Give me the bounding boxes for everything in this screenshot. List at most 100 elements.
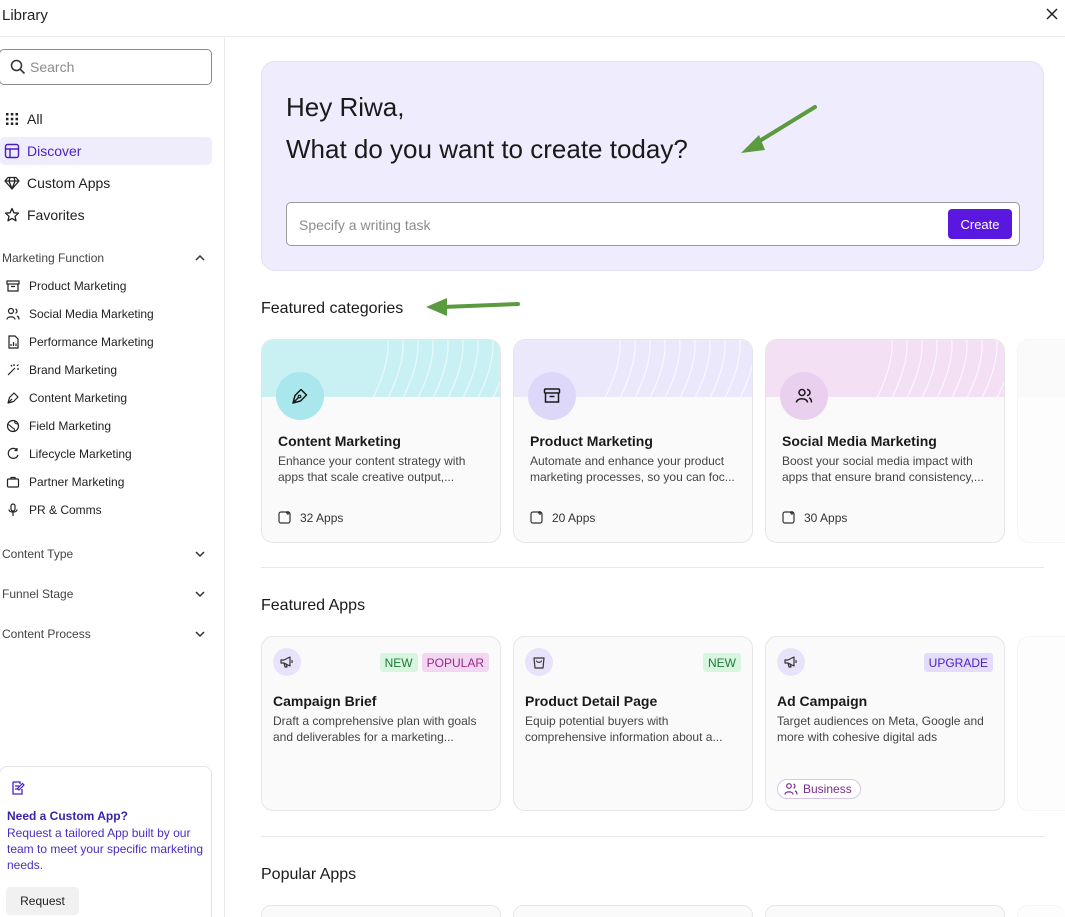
upgrade-badge: UPGRADE (923, 653, 993, 672)
request-button[interactable]: Request (6, 887, 79, 915)
sidebar-item-content-marketing[interactable]: Content Marketing (0, 386, 212, 410)
app-name: Campaign Brief (273, 693, 377, 709)
sidebar-item-pr-comms[interactable]: PR & Comms (0, 498, 212, 522)
chevron-down-icon (195, 631, 205, 638)
nav-item-all[interactable]: All (0, 105, 212, 133)
new-badge: NEW (379, 653, 418, 672)
card-banner (1018, 340, 1065, 397)
section-content-process[interactable]: Content Process (0, 623, 212, 645)
file-chart-icon (6, 335, 20, 349)
nav-item-favorites[interactable]: Favorites (0, 201, 212, 229)
hero-panel: Hey Riwa, What do you want to create tod… (261, 61, 1044, 271)
sidebar-item-social-media-marketing[interactable]: Social Media Marketing (0, 302, 212, 326)
apps-count-icon (530, 511, 543, 524)
badge-group: UPGRADE (923, 653, 993, 672)
section-label: Funnel Stage (2, 587, 74, 601)
annotation-arrow-icon (741, 105, 817, 153)
sidebar-item-label: Lifecycle Marketing (29, 447, 132, 461)
sidebar-item-brand-marketing[interactable]: Brand Marketing (0, 358, 212, 382)
custom-app-title: Need a Custom App? (7, 809, 128, 823)
popular-app-card[interactable] (765, 905, 1005, 917)
app-name: Product Detail Page (525, 693, 658, 709)
chevron-up-icon (195, 254, 205, 261)
annotation-arrow-icon (426, 298, 520, 316)
chevron-down-icon (195, 591, 205, 598)
nav-label: Custom Apps (27, 175, 111, 191)
sidebar-item-performance-marketing[interactable]: Performance Marketing (0, 330, 212, 354)
section-marketing-function[interactable]: Marketing Function (0, 247, 212, 269)
writing-task-input[interactable] (299, 215, 899, 235)
sidebar-item-lifecycle-marketing[interactable]: Lifecycle Marketing (0, 442, 212, 466)
app-card-product-detail-page[interactable]: NEW Product Detail Page Equip potential … (513, 636, 753, 811)
nav-label: All (27, 111, 43, 127)
sidebar-item-product-marketing[interactable]: Product Marketing (0, 274, 212, 298)
apps-count-icon (278, 511, 291, 524)
category-card-partial[interactable] (1017, 339, 1065, 543)
microphone-icon (6, 503, 20, 517)
nav-item-custom-apps[interactable]: Custom Apps (0, 169, 212, 197)
greeting: Hey Riwa, (286, 92, 405, 122)
app-card-partial[interactable] (1017, 636, 1065, 811)
pen-nib-icon (6, 391, 20, 405)
close-icon[interactable] (1043, 5, 1061, 23)
sidebar-item-label: Social Media Marketing (29, 307, 154, 321)
new-badge: NEW (703, 653, 741, 672)
app-description: Target audiences on Meta, Google and mor… (777, 714, 984, 744)
tier-label: Business (803, 782, 852, 796)
section-label: Content Process (2, 627, 91, 641)
sidebar-item-label: Performance Marketing (29, 335, 154, 349)
app-description: Equip potential buyers with comprehensiv… (525, 714, 723, 744)
category-name: Product Marketing (530, 433, 653, 449)
shopping-bag-icon (525, 648, 553, 676)
archive-box-icon (528, 372, 576, 420)
category-description: Boost your social media impact with apps… (782, 454, 984, 484)
apps-count-icon (782, 511, 795, 524)
sidebar-item-field-marketing[interactable]: Field Marketing (0, 414, 212, 438)
nav-label: Favorites (27, 207, 85, 223)
edit-document-icon (12, 781, 25, 795)
app-description: Draft a comprehensive plan with goals an… (273, 714, 477, 744)
popular-app-card[interactable] (513, 905, 753, 917)
hero-question: What do you want to create today? (286, 134, 688, 164)
category-app-count: 30 Apps (804, 511, 848, 525)
category-card-content-marketing[interactable]: Content Marketing Enhance your content s… (261, 339, 501, 543)
app-card-ad-campaign[interactable]: UPGRADE Ad Campaign Target audiences on … (765, 636, 1005, 811)
megaphone-icon (273, 648, 301, 676)
popular-app-card-partial[interactable] (1017, 905, 1065, 917)
custom-app-description: Request a tailored App built by our team… (7, 826, 204, 872)
category-name: Social Media Marketing (782, 433, 937, 449)
nav-item-discover[interactable]: Discover (0, 137, 212, 165)
window-title: Library (2, 7, 48, 24)
users-icon (784, 783, 798, 795)
sidebar-item-label: Content Marketing (29, 391, 128, 405)
briefcase-icon (6, 475, 20, 489)
section-funnel-stage[interactable]: Funnel Stage (0, 583, 212, 605)
search-box[interactable] (0, 49, 212, 85)
window-header: Library (0, 0, 1065, 37)
magic-wand-icon (6, 363, 20, 377)
users-icon (6, 307, 20, 321)
category-card-product-marketing[interactable]: Product Marketing Automate and enhance y… (513, 339, 753, 543)
diamond-icon (4, 175, 20, 191)
popular-app-card[interactable] (261, 905, 501, 917)
category-description: Enhance your content strategy with apps … (278, 454, 466, 484)
search-input[interactable] (30, 56, 200, 78)
sidebar-item-label: Product Marketing (29, 279, 127, 293)
popular-badge: POPULAR (421, 653, 489, 672)
sidebar-item-label: Brand Marketing (29, 363, 118, 377)
category-card-social-media-marketing[interactable]: Social Media Marketing Boost your social… (765, 339, 1005, 543)
users-icon (780, 372, 828, 420)
sidebar-item-label: Field Marketing (29, 419, 112, 433)
create-button[interactable]: Create (948, 209, 1012, 239)
sidebar-item-partner-marketing[interactable]: Partner Marketing (0, 470, 212, 494)
section-content-type[interactable]: Content Type (0, 543, 212, 565)
nav-label: Discover (27, 143, 82, 159)
star-icon (4, 207, 20, 223)
app-name: Ad Campaign (777, 693, 868, 709)
writing-task-box[interactable]: Create (286, 202, 1020, 246)
app-card-campaign-brief[interactable]: NEW POPULAR Campaign Brief Draft a compr… (261, 636, 501, 811)
sidebar-item-label: Partner Marketing (29, 475, 125, 489)
section-label: Marketing Function (2, 251, 105, 265)
sidebar: All Discover Custom Apps Favorites Marke… (0, 37, 225, 917)
pen-nib-icon (276, 372, 324, 420)
